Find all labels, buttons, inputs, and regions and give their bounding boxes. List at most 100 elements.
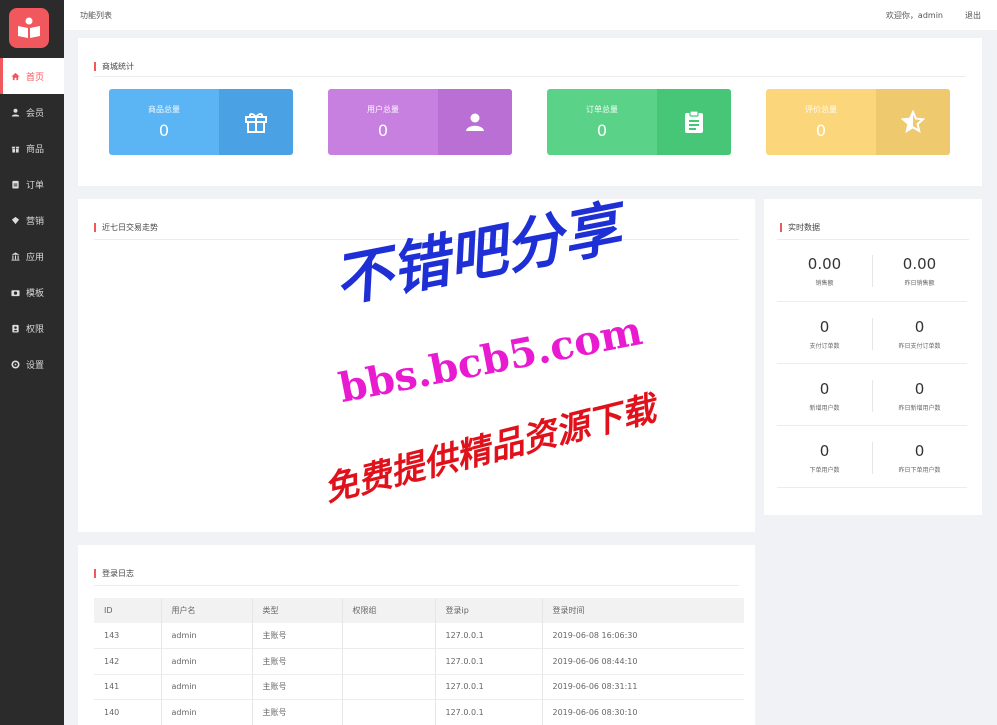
sidebar: 首页 会员 商品 订单 营销 应用 模板 权限 设置 (0, 0, 64, 725)
sidebar-item-label: 权限 (26, 324, 45, 335)
table-cell: 主账号 (252, 648, 343, 675)
stat-value: 0 (596, 121, 608, 140)
divider (94, 585, 739, 586)
stat-value: 0 (815, 121, 827, 140)
metric-value: 0.00 (902, 255, 937, 273)
sidebar-item-settings[interactable]: 设置 (0, 346, 64, 382)
table-cell: 2019-06-08 16:06:30 (542, 623, 744, 649)
panel-title: 近七日交易走势 (94, 223, 158, 232)
table-cell: 2019-06-06 08:44:10 (542, 648, 744, 675)
table-cell: 主账号 (252, 623, 343, 649)
realtime-paid-orders: 0 支付订单数 (777, 318, 872, 350)
stat-card-text: 商品总量 0 (109, 89, 219, 155)
metric-value: 0 (914, 442, 925, 460)
bank-icon (10, 251, 20, 261)
user-icon (10, 107, 20, 117)
table-cell: 127.0.0.1 (435, 674, 543, 700)
sidebar-item-label: 设置 (26, 360, 45, 371)
stat-card-text: 评价总量 0 (766, 89, 876, 155)
metric-value: 0 (914, 380, 925, 398)
sidebar-item-template[interactable]: 模板 (0, 274, 64, 310)
metric-value: 0.00 (807, 255, 842, 273)
metric-value: 0 (819, 318, 830, 336)
gear-icon (10, 359, 20, 369)
user-icon (438, 89, 512, 155)
realtime-ordering-users-yesterday: 0 昨日下单用户数 (872, 442, 967, 474)
table-cell (342, 648, 436, 675)
table-cell (342, 623, 436, 649)
stat-value: 0 (377, 121, 389, 140)
panel-title: 实时数据 (780, 223, 820, 232)
trend-panel: 近七日交易走势 (78, 199, 755, 532)
sidebar-nav: 首页 会员 商品 订单 营销 应用 模板 权限 设置 (0, 58, 64, 382)
header-user-area: 欢迎你，admin 退出 (886, 10, 981, 21)
order-icon (10, 179, 20, 189)
logout-link[interactable]: 退出 (965, 10, 981, 21)
stat-card-text: 用户总量 0 (328, 89, 438, 155)
col-header: 类型 (252, 598, 343, 623)
col-header: 登录ip (435, 598, 543, 623)
table-row: 142 admin 主账号 127.0.0.1 2019-06-06 08:44… (94, 648, 744, 675)
stat-label: 订单总量 (586, 105, 618, 114)
realtime-sales-yesterday: 0.00 昨日销售额 (872, 255, 967, 287)
table-cell: admin (161, 623, 253, 649)
metric-label: 下单用户数 (809, 467, 840, 474)
table-cell: 2019-06-06 08:31:11 (542, 674, 744, 700)
table-header-row: ID 用户名 类型 权限组 登录ip 登录时间 (94, 598, 744, 623)
table-cell: admin (161, 699, 253, 725)
panel-title: 登录日志 (94, 569, 134, 578)
table-row: 141 admin 主账号 127.0.0.1 2019-06-06 08:31… (94, 674, 744, 700)
sidebar-item-order[interactable]: 订单 (0, 166, 64, 202)
sidebar-item-label: 营销 (26, 216, 45, 227)
realtime-ordering-users: 0 下单用户数 (777, 442, 872, 474)
sidebar-item-member[interactable]: 会员 (0, 94, 64, 130)
camera-icon (10, 287, 20, 297)
stat-label: 评价总量 (805, 105, 837, 114)
sidebar-item-home[interactable]: 首页 (0, 58, 64, 94)
welcome-text: 欢迎你，admin (885, 10, 943, 20)
stat-value: 0 (158, 121, 170, 140)
realtime-paid-orders-yesterday: 0 昨日支付订单数 (872, 318, 967, 350)
table-cell: 127.0.0.1 (435, 623, 543, 649)
breadcrumb: 功能列表 (80, 10, 112, 20)
sidebar-item-label: 商品 (26, 144, 45, 155)
col-header: ID (94, 598, 162, 623)
divider (777, 301, 967, 302)
stat-card-text: 订单总量 0 (547, 89, 657, 155)
sidebar-item-label: 应用 (26, 252, 45, 263)
table-cell: 141 (94, 674, 162, 700)
sidebar-item-goods[interactable]: 商品 (0, 130, 64, 166)
sidebar-item-app[interactable]: 应用 (0, 238, 64, 274)
login-log-panel: 登录日志 ID 用户名 类型 权限组 登录ip 登录时间 143 admin 主… (78, 545, 755, 725)
metric-label: 昨日销售额 (904, 280, 935, 287)
table-cell: 140 (94, 699, 162, 725)
sidebar-item-label: 模板 (26, 288, 45, 299)
sidebar-item-label: 订单 (26, 180, 45, 191)
sidebar-item-label: 首页 (26, 72, 45, 83)
stat-card-goods[interactable]: 商品总量 0 (109, 89, 293, 155)
metric-label: 昨日支付订单数 (898, 343, 941, 350)
metric-label: 支付订单数 (809, 343, 840, 350)
stat-card-orders[interactable]: 订单总量 0 (547, 89, 731, 155)
divider (94, 239, 739, 240)
table-cell: 127.0.0.1 (435, 648, 543, 675)
col-header: 登录时间 (542, 598, 744, 623)
metric-value: 0 (819, 380, 830, 398)
sidebar-item-permission[interactable]: 权限 (0, 310, 64, 346)
top-header: 功能列表 欢迎你，admin 退出 (64, 0, 997, 30)
lock-icon (10, 323, 20, 333)
table-cell: 主账号 (252, 674, 343, 700)
logo[interactable] (9, 8, 49, 48)
stat-card-reviews[interactable]: 评价总量 0 (766, 89, 950, 155)
divider (777, 239, 969, 240)
metric-value: 0 (914, 318, 925, 336)
book-icon (18, 17, 40, 38)
stat-card-users[interactable]: 用户总量 0 (328, 89, 512, 155)
login-log-table: ID 用户名 类型 权限组 登录ip 登录时间 143 admin 主账号 12… (94, 598, 744, 725)
table-cell (342, 674, 436, 700)
divider (777, 425, 967, 426)
sidebar-item-label: 会员 (26, 108, 45, 119)
sidebar-item-marketing[interactable]: 营销 (0, 202, 64, 238)
metric-label: 销售额 (815, 280, 834, 287)
metric-label: 新增用户数 (809, 405, 840, 412)
